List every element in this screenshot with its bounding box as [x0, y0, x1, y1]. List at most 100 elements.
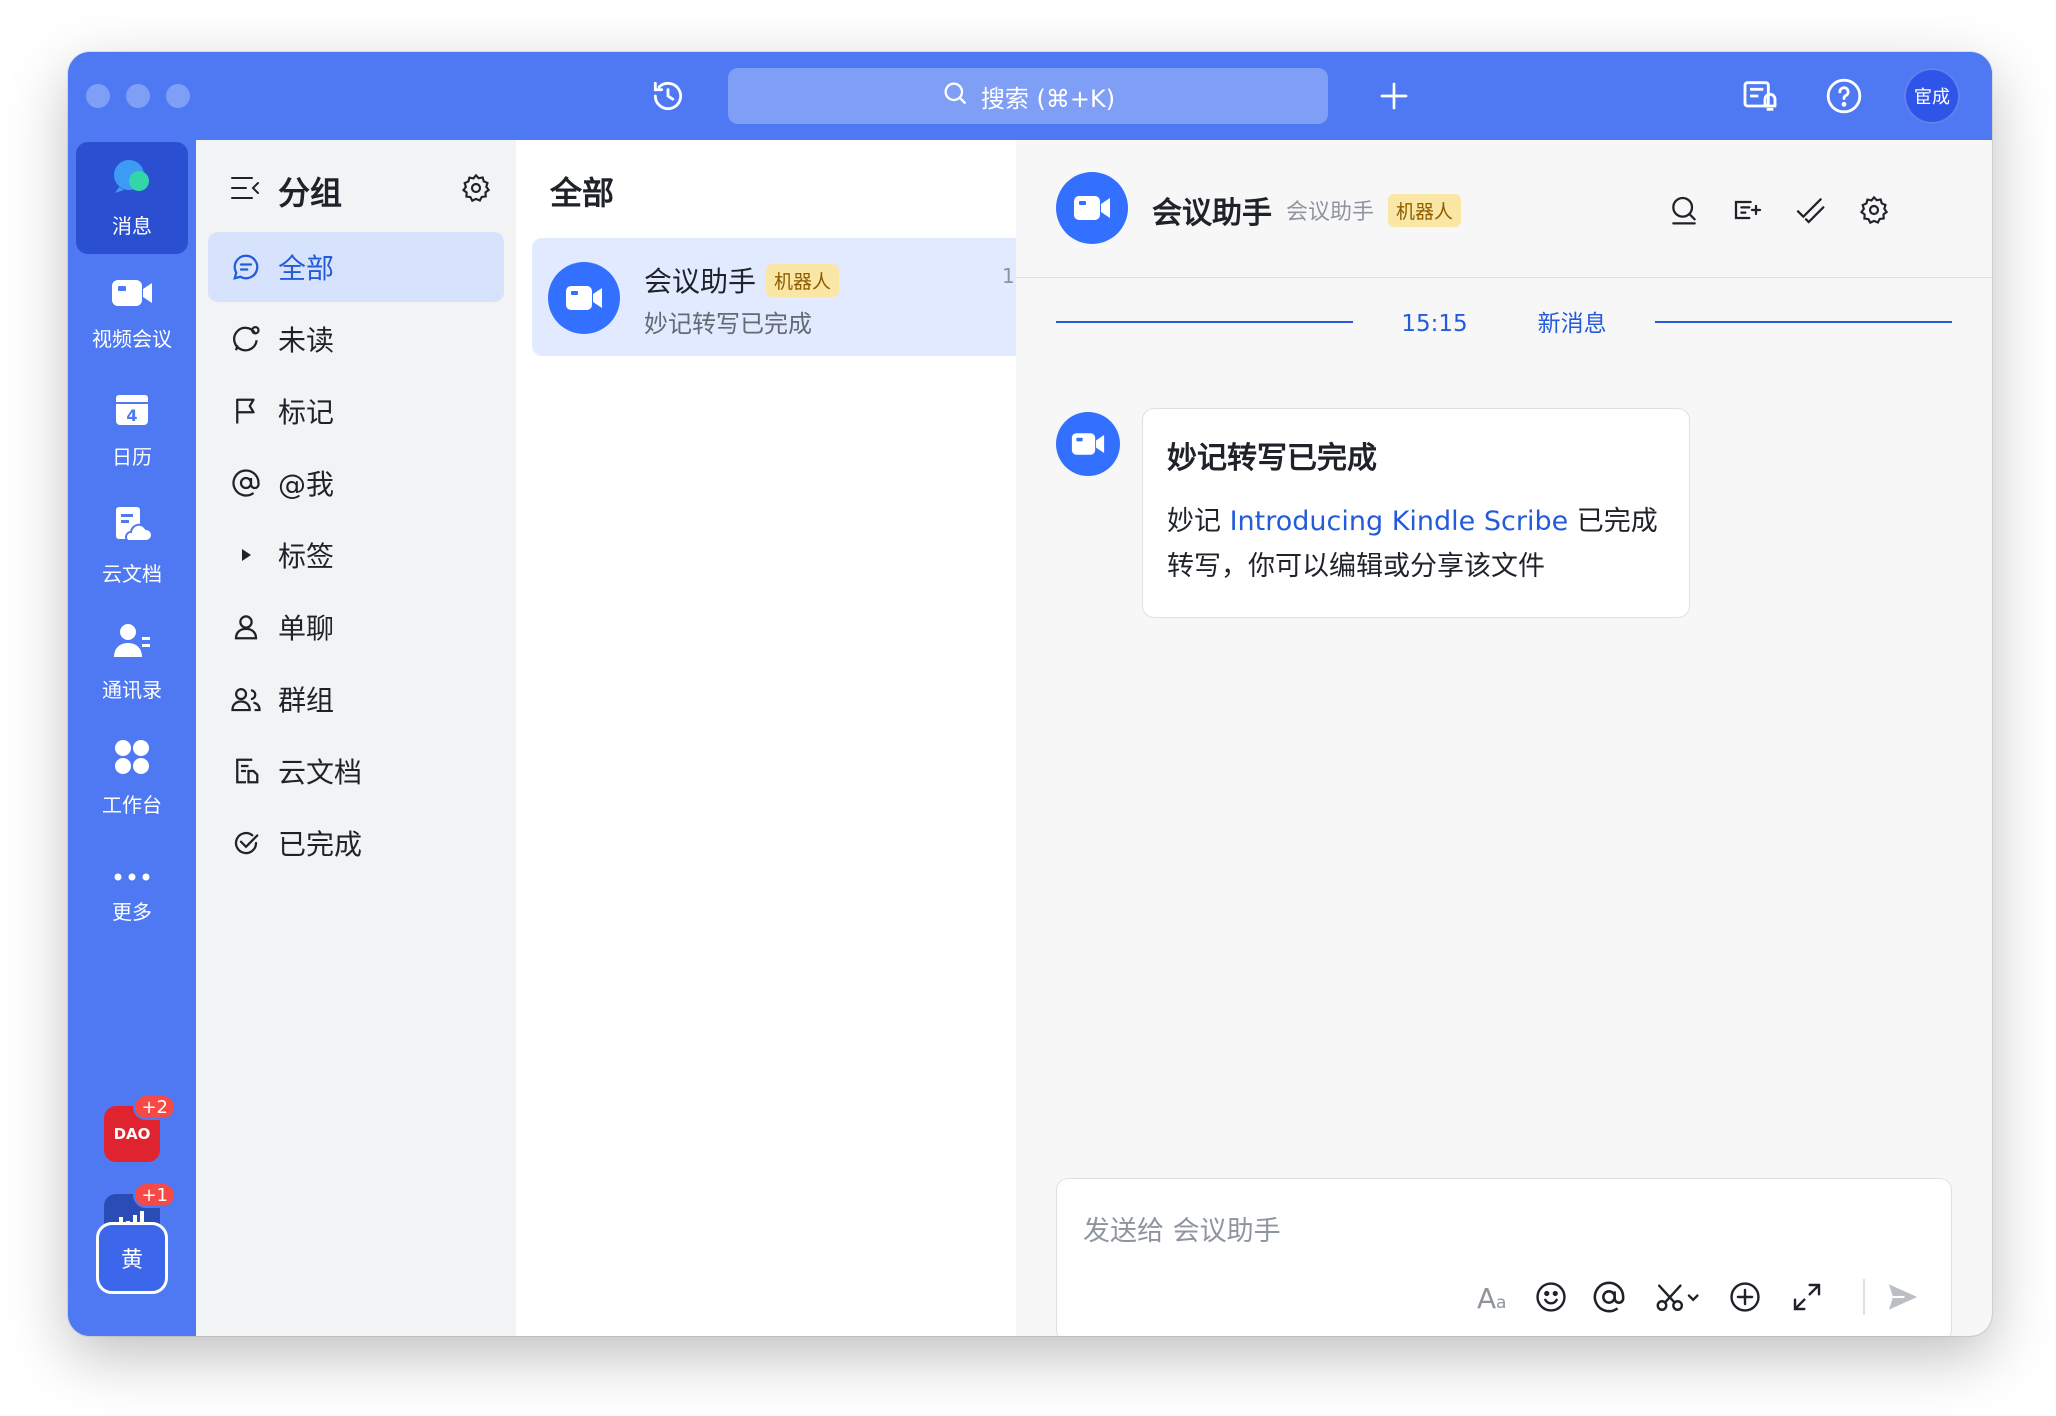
toolbar-separator	[1863, 1279, 1865, 1315]
history-icon[interactable]	[644, 72, 692, 120]
message-body: 妙记 Introducing Kindle Scribe 已完成转写，你可以编辑…	[1167, 499, 1665, 589]
doc-icon	[230, 755, 262, 787]
add-circle-icon[interactable]	[1723, 1275, 1767, 1319]
nav-rail: 消息 视频会议 4 日历 云文档 通讯录 工作台 更多 DAO +2 +1 黄	[68, 140, 196, 1336]
rail-item-calendar[interactable]: 4 日历	[76, 374, 188, 486]
conversation-title: 会议助手 会议助手 机器人	[1152, 188, 1462, 232]
mark-done-icon[interactable]	[1790, 190, 1830, 230]
rail-item-messages[interactable]: 消息	[76, 142, 188, 254]
rail-item-workplace[interactable]: 工作台	[76, 722, 188, 834]
group-item-label: @我	[278, 468, 335, 501]
app-badge: +1	[133, 1182, 176, 1208]
svg-text:a: a	[1496, 1293, 1506, 1312]
group-item-flagged[interactable]: 标记	[208, 376, 504, 446]
cloud-doc-icon	[112, 505, 153, 550]
group-users-icon	[230, 683, 262, 715]
search-history-icon[interactable]	[1664, 190, 1704, 230]
emoji-icon[interactable]	[1529, 1275, 1573, 1319]
single-user-icon	[230, 611, 262, 643]
profile-avatar[interactable]: 黄	[96, 1222, 168, 1294]
group-item-unread[interactable]: 未读	[208, 304, 504, 374]
search-placeholder: 搜索 (⌘+K)	[980, 84, 1116, 113]
bot-tag: 机器人	[1388, 193, 1462, 227]
message-body-prefix: 妙记	[1167, 506, 1230, 537]
rail-item-contacts[interactable]: 通讯录	[76, 606, 188, 718]
gear-icon[interactable]	[460, 172, 492, 208]
conversation-panel: 会议助手 会议助手 机器人 15:15 新消息 妙记转写已完成 妙记 Intro…	[1016, 140, 1992, 1336]
svg-text:DAO: DAO	[114, 1125, 151, 1143]
divider-label: 新消息	[1513, 311, 1631, 337]
mention-icon[interactable]	[1587, 1275, 1631, 1319]
rail-label: 视频会议	[92, 327, 172, 351]
rail-label: 消息	[112, 214, 152, 238]
add-icon[interactable]	[1370, 72, 1418, 120]
window-maximize-button[interactable]	[166, 84, 190, 108]
chat-list: 全部 会议助手 机器人 妙记转写已完成 15	[516, 140, 1016, 1336]
rail-label: 通讯录	[102, 678, 162, 702]
calendar-icon: 4	[113, 390, 151, 433]
conversation-name: 会议助手	[1152, 196, 1272, 231]
rail-label: 云文档	[102, 562, 162, 586]
app-badge: +2	[133, 1094, 176, 1120]
rail-label: 日历	[112, 445, 152, 469]
video-camera-icon	[110, 276, 154, 315]
add-tab-icon[interactable]	[1728, 190, 1768, 230]
rail-item-video-meeting[interactable]: 视频会议	[76, 258, 188, 370]
group-item-docs[interactable]: 云文档	[208, 736, 504, 806]
chat-list-item[interactable]: 会议助手 机器人 妙记转写已完成 15	[532, 238, 1016, 356]
svg-text:A: A	[1477, 1282, 1496, 1312]
app-window: 搜索 (⌘+K) 宦成 消息 视频会议 4 日历 云文档 通讯录 工作台 更多 …	[68, 52, 1992, 1336]
done-check-icon	[230, 827, 262, 859]
window-close-button[interactable]	[86, 84, 110, 108]
group-panel-title: 分组	[278, 174, 343, 212]
meeting-bot-avatar	[548, 262, 620, 334]
collapse-list-icon[interactable]	[230, 174, 262, 206]
chat-preview: 妙记转写已完成	[644, 310, 812, 338]
caret-right-icon	[230, 539, 262, 571]
unread-icon	[230, 323, 262, 355]
meeting-bot-avatar[interactable]	[1056, 412, 1120, 476]
bot-tag: 机器人	[766, 263, 840, 297]
group-item-label: 全部	[278, 252, 335, 285]
contacts-icon	[112, 621, 152, 666]
user-avatar[interactable]: 宦成	[1904, 68, 1960, 124]
all-chat-icon	[230, 251, 262, 283]
search-input[interactable]: 搜索 (⌘+K)	[728, 68, 1328, 124]
chat-name: 会议助手	[644, 265, 757, 298]
chat-list-title: 全部	[550, 174, 615, 212]
minutes-link[interactable]: Introducing Kindle Scribe	[1230, 506, 1569, 537]
group-panel-header: 分组	[196, 140, 516, 236]
group-item-label: 标记	[278, 396, 335, 429]
group-item-label: 单聊	[278, 612, 335, 645]
message-composer[interactable]: 发送给 会议助手 Aa	[1056, 1178, 1952, 1336]
group-item-single-chat[interactable]: 单聊	[208, 592, 504, 662]
dao-app-icon[interactable]: DAO +2	[104, 1094, 176, 1162]
message-card: 妙记转写已完成 妙记 Introducing Kindle Scribe 已完成…	[1142, 408, 1690, 618]
rail-item-cloud-docs[interactable]: 云文档	[76, 490, 188, 602]
expand-icon[interactable]	[1785, 1275, 1829, 1319]
group-item-label: 群组	[278, 684, 335, 717]
text-format-icon[interactable]: Aa	[1473, 1275, 1517, 1319]
conversation-header: 会议助手 会议助手 机器人	[1016, 140, 1992, 278]
calendar-day: 4	[126, 406, 137, 425]
help-icon[interactable]	[1820, 72, 1868, 120]
group-item-label: 已完成	[278, 828, 363, 861]
group-item-tags[interactable]: 标签	[208, 520, 504, 590]
meeting-bot-avatar[interactable]	[1056, 172, 1128, 244]
chat-bubble-icon	[111, 157, 153, 202]
group-item-all[interactable]: 全部	[208, 232, 504, 302]
group-item-done[interactable]: 已完成	[208, 808, 504, 878]
group-item-label: 云文档	[278, 756, 363, 789]
announcement-icon[interactable]	[1736, 72, 1784, 120]
send-icon[interactable]	[1881, 1275, 1925, 1319]
rail-item-more[interactable]: 更多	[76, 838, 188, 950]
group-item-label: 未读	[278, 324, 335, 357]
settings-icon[interactable]	[1854, 190, 1894, 230]
divider-time: 15:15	[1377, 311, 1492, 337]
new-message-divider: 15:15 新消息	[1016, 304, 1992, 338]
screenshot-scissors-icon[interactable]	[1651, 1275, 1707, 1319]
search-icon	[941, 79, 969, 113]
window-minimize-button[interactable]	[126, 84, 150, 108]
group-item-groups[interactable]: 群组	[208, 664, 504, 734]
group-item-mentions[interactable]: @我	[208, 448, 504, 518]
